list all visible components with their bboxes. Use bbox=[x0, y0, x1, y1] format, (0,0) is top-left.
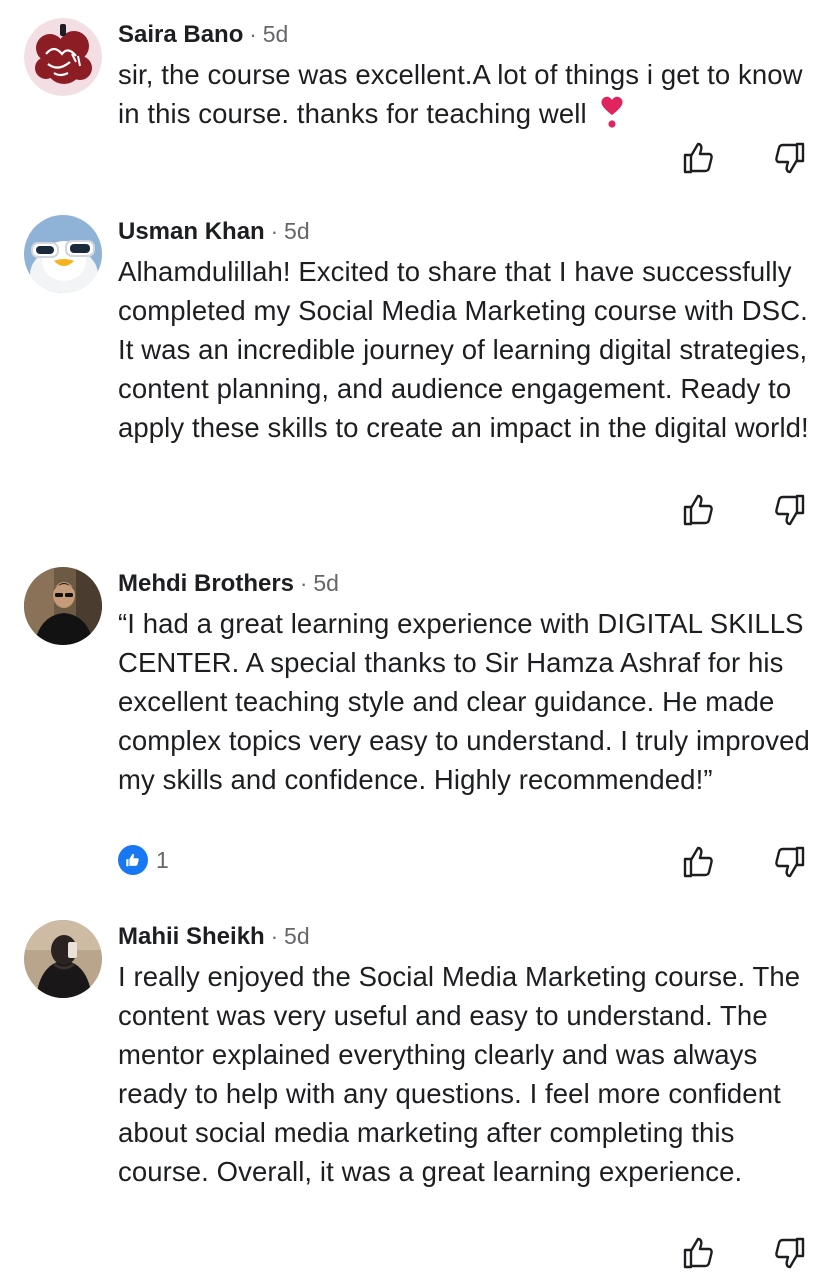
comment-text: Alhamdulillah! Excited to share that I h… bbox=[118, 256, 816, 443]
like-button[interactable] bbox=[679, 1233, 719, 1273]
timestamp[interactable]: 5d bbox=[313, 570, 339, 596]
comment-actions bbox=[679, 490, 809, 530]
avatar[interactable] bbox=[24, 920, 102, 998]
comment-header: Usman Khan · 5d bbox=[118, 215, 310, 247]
separator-dot: · bbox=[270, 219, 279, 244]
dislike-button[interactable] bbox=[769, 842, 809, 882]
dislike-button[interactable] bbox=[769, 1233, 809, 1273]
thumbs-down-icon bbox=[775, 846, 805, 878]
comment-header: Mahii Sheikh · 5d bbox=[118, 920, 310, 952]
like-button[interactable] bbox=[679, 138, 719, 178]
reaction-summary[interactable]: 1 bbox=[118, 843, 169, 877]
like-button[interactable] bbox=[679, 490, 719, 530]
avatar[interactable] bbox=[24, 18, 102, 96]
author-name[interactable]: Saira Bano bbox=[118, 21, 243, 48]
comment-actions bbox=[679, 1233, 809, 1273]
separator-dot: · bbox=[300, 571, 308, 596]
thumbs-up-icon bbox=[683, 1237, 713, 1269]
comment-header: Saira Bano · 5d bbox=[118, 18, 288, 50]
heart-exclamation-icon bbox=[597, 95, 627, 129]
timestamp[interactable]: 5d bbox=[263, 21, 289, 47]
comment-body: sir, the course was excellent.A lot of t… bbox=[118, 59, 811, 129]
like-reaction-icon bbox=[118, 845, 148, 875]
separator-dot: · bbox=[249, 22, 257, 47]
comment-actions bbox=[679, 842, 809, 882]
comment-text: I really enjoyed the Social Media Market… bbox=[118, 961, 808, 1187]
comment-text: sir, the course was excellent.A lot of t… bbox=[118, 55, 818, 133]
timestamp[interactable]: 5d bbox=[284, 218, 310, 244]
comment: Mehdi Brothers · 5d “I had a great learnin… bbox=[0, 549, 837, 899]
avatar[interactable] bbox=[24, 215, 102, 293]
thumbs-down-icon bbox=[775, 1237, 805, 1269]
like-button[interactable] bbox=[679, 842, 719, 882]
thumbs-up-icon bbox=[683, 494, 713, 526]
separator-dot: · bbox=[270, 924, 279, 949]
reaction-count: 1 bbox=[156, 846, 169, 873]
thumbs-down-icon bbox=[775, 142, 805, 174]
author-name[interactable]: Mehdi Brothers bbox=[118, 570, 294, 597]
thumbs-up-icon bbox=[683, 846, 713, 878]
comment: Mahii Sheikh · 5d I really enjoyed the Soc… bbox=[0, 902, 837, 1280]
comment: Saira Bano · 5d sir, the course was excell… bbox=[0, 0, 837, 190]
comment-header: Mehdi Brothers · 5d bbox=[118, 567, 339, 599]
timestamp[interactable]: 5d bbox=[284, 923, 310, 949]
comment: Usman Khan · 5d Alhamdulillah! Excited to … bbox=[0, 197, 837, 547]
comment-actions bbox=[679, 138, 809, 178]
thumbs-up-icon bbox=[683, 142, 713, 174]
comment-text: “I had a great learning experience with … bbox=[118, 608, 818, 795]
author-name[interactable]: Usman Khan bbox=[118, 218, 265, 245]
dislike-button[interactable] bbox=[769, 490, 809, 530]
avatar[interactable] bbox=[24, 567, 102, 645]
author-name[interactable]: Mahii Sheikh bbox=[118, 923, 265, 950]
dislike-button[interactable] bbox=[769, 138, 809, 178]
thumbs-down-icon bbox=[775, 494, 805, 526]
